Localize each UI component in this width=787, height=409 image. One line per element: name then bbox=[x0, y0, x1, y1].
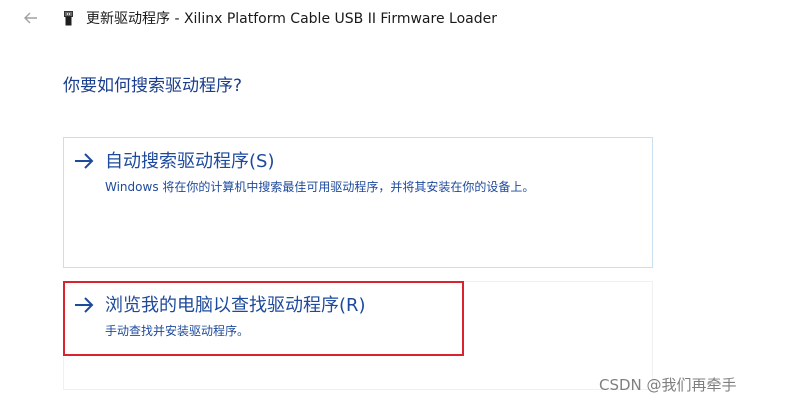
watermark: CSDN @我们再牵手 bbox=[599, 376, 737, 394]
page-heading: 你要如何搜索驱动程序? bbox=[63, 76, 243, 96]
usb-device-icon bbox=[64, 11, 73, 26]
option-title: 自动搜索驱动程序(S) bbox=[105, 151, 275, 172]
driver-update-dialog: 更新驱动程序 - Xilinx Platform Cable USB II Fi… bbox=[0, 0, 787, 409]
window-title: 更新驱动程序 - Xilinx Platform Cable USB II Fi… bbox=[86, 11, 497, 27]
auto-search-option[interactable]: 自动搜索驱动程序(S) Windows 将在你的计算机中搜索最佳可用驱动程序，并… bbox=[63, 137, 653, 268]
arrow-left-icon bbox=[24, 12, 37, 24]
back-button[interactable] bbox=[22, 10, 40, 28]
option-description: 手动查找并安装驱动程序。 bbox=[105, 324, 250, 338]
title-bar: 更新驱动程序 - Xilinx Platform Cable USB II Fi… bbox=[0, 0, 787, 38]
arrow-right-icon bbox=[75, 153, 94, 169]
option-title: 浏览我的电脑以查找驱动程序(R) bbox=[105, 295, 366, 316]
browse-computer-option[interactable]: 浏览我的电脑以查找驱动程序(R) 手动查找并安装驱动程序。 bbox=[63, 281, 653, 390]
option-description: Windows 将在你的计算机中搜索最佳可用驱动程序，并将其安装在你的设备上。 bbox=[105, 180, 535, 194]
arrow-right-icon bbox=[75, 297, 94, 313]
